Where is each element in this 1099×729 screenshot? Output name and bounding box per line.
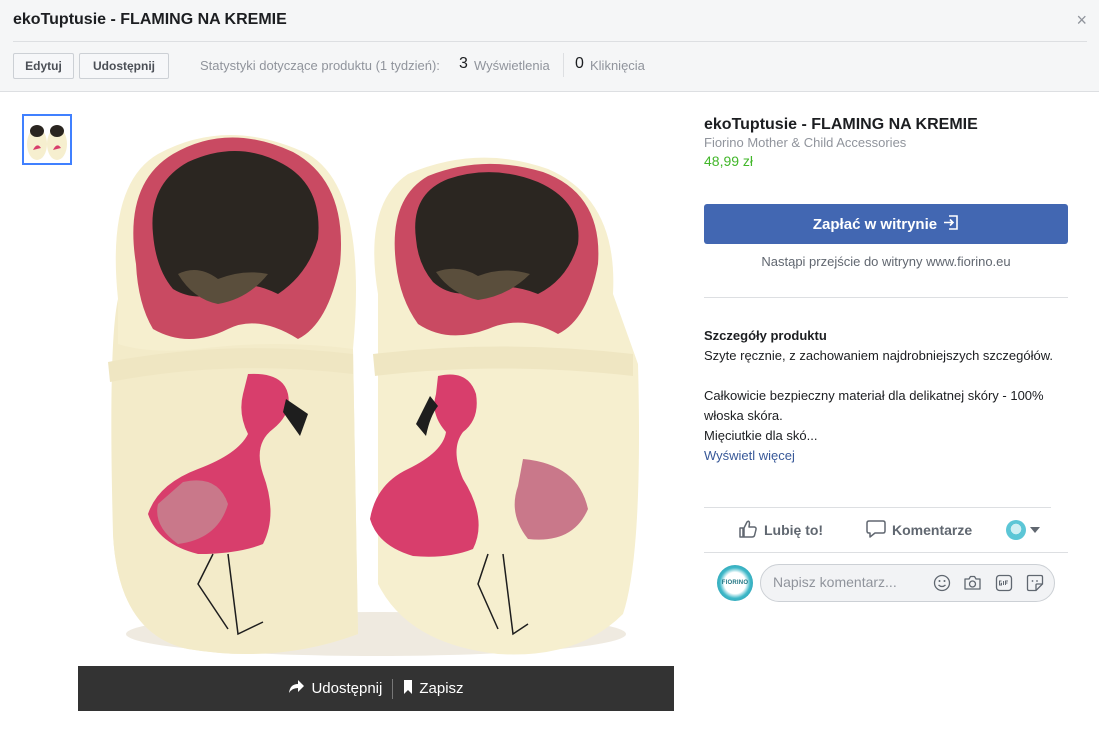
share-arrow-icon: [288, 679, 305, 698]
photo-share-button[interactable]: Udostępnij: [278, 679, 392, 698]
header-divider: [13, 41, 1087, 42]
gif-icon[interactable]: [994, 573, 1013, 592]
sticker-icon[interactable]: [1025, 573, 1044, 592]
product-price: 48,99 zł: [704, 153, 754, 169]
camera-icon[interactable]: [963, 573, 982, 592]
divider: [704, 507, 1051, 508]
product-seller[interactable]: Fiorino Mother & Child Accessories: [704, 135, 906, 150]
details-line: Całkowicie bezpieczny materiał dla delik…: [704, 388, 1044, 403]
details-line: włoska skóra.: [704, 408, 783, 423]
like-label: Lubię to!: [764, 522, 824, 538]
chevron-down-icon: [1030, 527, 1040, 533]
product-thumbnail[interactable]: [22, 114, 72, 165]
product-photo: [78, 114, 674, 666]
comment-tools: [932, 573, 1044, 592]
photo-save-label: Zapisz: [419, 680, 464, 697]
clicks-label: Kliknięcia: [590, 58, 645, 73]
photo-action-bar: Udostępnij Zapisz: [78, 666, 674, 711]
comment-box[interactable]: [760, 564, 1055, 602]
comment-input[interactable]: [773, 574, 923, 590]
stats-divider: [563, 53, 564, 77]
views-count: 3: [459, 55, 468, 72]
speech-bubble-icon: [866, 519, 886, 542]
product-name: ekoTuptusie - FLAMING NA KREMIE: [704, 116, 978, 133]
page-avatar-icon: [1006, 520, 1026, 540]
like-button[interactable]: Lubię to!: [738, 519, 823, 541]
clicks-count: 0: [575, 55, 584, 72]
comment-label: Komentarze: [892, 522, 973, 538]
avatar-text: FIORINO: [721, 580, 749, 586]
bookmark-icon: [403, 679, 413, 698]
details-line: Mięciutkie dla skó...: [704, 428, 818, 443]
page-title: ekoTuptusie - FLAMING NA KREMIE: [13, 11, 287, 28]
stats-label: Statystyki dotyczące produktu (1 tydzień…: [200, 58, 440, 73]
show-more-link[interactable]: Wyświetl więcej: [704, 448, 795, 463]
header-bar: ekoTuptusie - FLAMING NA KREMIE × Edytuj…: [0, 0, 1099, 92]
redirect-note: Nastąpi przejście do witryny www.fiorino…: [761, 254, 1011, 269]
details-line: Szyte ręcznie, z zachowaniem najdrobniej…: [704, 348, 1054, 363]
photo-share-label: Udostępnij: [311, 680, 383, 697]
reaction-selector[interactable]: [1006, 519, 1040, 541]
divider: [704, 552, 1068, 553]
details-title: Szczegóły produktu: [704, 328, 827, 343]
views-label: Wyświetlenia: [474, 58, 550, 73]
emoji-icon[interactable]: [932, 573, 951, 592]
thumbs-up-icon: [738, 519, 758, 542]
photo-save-button[interactable]: Zapisz: [393, 679, 473, 698]
edit-button[interactable]: Edytuj: [13, 53, 74, 79]
divider: [704, 297, 1068, 298]
external-link-icon: [943, 214, 959, 234]
share-button[interactable]: Udostępnij: [79, 53, 169, 79]
avatar[interactable]: FIORINO: [717, 565, 753, 601]
comment-button[interactable]: Komentarze: [866, 519, 972, 541]
close-icon[interactable]: ×: [1076, 10, 1087, 31]
pay-button-label: Zapłać w witrynie: [812, 215, 938, 233]
pay-on-website-button[interactable]: Zapłać w witrynie: [704, 204, 1068, 244]
